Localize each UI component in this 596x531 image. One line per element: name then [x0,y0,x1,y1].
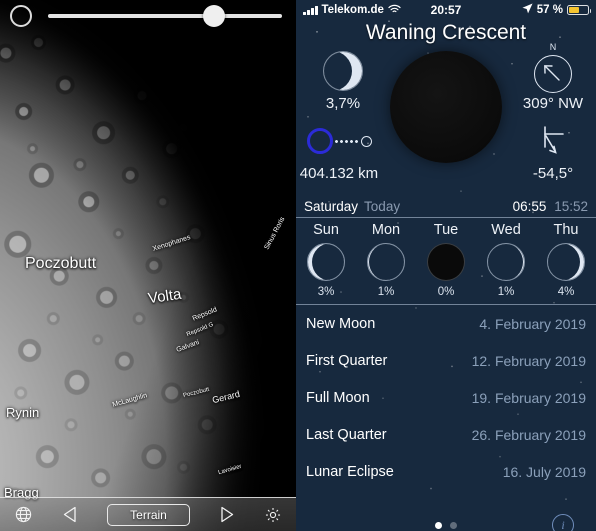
event-name: Full Moon [306,389,370,406]
altitude-value: -54,5° [532,165,574,182]
battery-icon [567,5,591,15]
week-illumination-percent: 1% [497,286,515,298]
next-button[interactable] [220,506,234,523]
rise-set-times: 06:55 15:52 [513,199,588,214]
weekday-label: Saturday [304,198,359,214]
week-day-column[interactable]: Thu 4% [536,222,596,298]
compass-north-label: N [549,42,557,52]
map-label: Poczobutt [25,255,97,272]
week-day-label: Mon [371,222,401,238]
distance-dotted-line [333,139,360,143]
direction-stat[interactable]: N 309° NW [510,42,596,112]
map-toolbar[interactable]: Terrain [0,497,296,531]
event-date: 26. February 2019 [471,426,586,443]
moon-hero-section: 3,7% N 309° NW 404.132 km -54,5° [296,42,596,195]
brightness-slider[interactable] [0,0,296,32]
page-dot[interactable] [435,521,442,529]
week-illumination-percent: 3% [317,286,335,298]
week-day-column[interactable]: Wed 1% [476,222,536,298]
battery-percent-label: 57 % [536,4,563,16]
moon-event-row[interactable]: New Moon 4. February 2019 [296,305,596,342]
week-day-column[interactable]: Tue 0% [416,222,476,298]
moon-circle [360,135,372,147]
week-day-label: Wed [491,222,521,238]
page-dot[interactable] [450,521,457,529]
week-illumination-percent: 1% [377,286,395,298]
moon-event-row[interactable]: Lunar Eclipse 16. July 2019 [296,453,596,490]
page-indicator-dots[interactable] [435,521,457,529]
week-day-label: Thu [553,222,579,238]
altitude-angle-icon [510,119,596,163]
wifi-icon [388,4,401,17]
direction-value: 309° NW [522,95,584,112]
distance-stat[interactable]: 404.132 km [296,119,382,182]
illumination-value: 3,7% [325,95,361,112]
week-illumination-percent: 0% [437,286,455,298]
previous-button[interactable] [63,506,77,523]
moon-event-row[interactable]: Last Quarter 26. February 2019 [296,416,596,453]
signal-bars-icon [303,5,318,15]
event-date: 4. February 2019 [479,315,586,332]
week-illumination-percent: 4% [557,286,575,298]
ios-status-bar: Telekom.de 20:57 57 % [296,0,596,20]
crescent-moon-icon [300,49,386,93]
moon-event-row[interactable]: Full Moon 19. February 2019 [296,379,596,416]
event-name: Lunar Eclipse [306,463,394,480]
illumination-stat[interactable]: 3,7% [300,49,386,112]
week-moon-icon [427,243,465,281]
app-screenshot: Poczobutt Xenophanes Volta Sinus Roris Repso… [0,0,596,531]
slider-track[interactable] [48,5,282,27]
moon-phase-app-panel[interactable]: Telekom.de 20:57 57 % Waning Crescent 3,… [296,0,596,531]
earth-moon-distance-icon [296,119,382,163]
event-name: New Moon [306,315,376,332]
distance-value: 404.132 km [299,165,379,182]
week-moon-icon [547,243,585,281]
map-label: Rynin [6,405,40,420]
circle-outline-icon[interactable] [10,5,32,27]
event-name: First Quarter [306,352,388,369]
gear-icon[interactable] [264,506,282,524]
week-moon-icon [307,243,345,281]
week-moon-icon [487,243,525,281]
earth-circle [306,128,333,154]
current-moon-disk[interactable] [390,51,502,163]
week-day-label: Sun [313,222,339,238]
info-icon[interactable]: i [552,514,574,531]
globe-icon[interactable] [14,505,33,524]
carrier-label: Telekom.de [321,4,384,16]
compass-icon: N [534,42,572,93]
week-day-label: Tue [433,222,459,238]
terrain-button[interactable]: Terrain [107,503,190,526]
date-row[interactable]: Saturday Today 06:55 15:52 [296,195,596,217]
moonset-time: 15:52 [554,198,588,214]
altitude-stat[interactable]: -54,5° [510,119,596,182]
event-date: 16. July 2019 [502,463,586,480]
slider-thumb[interactable] [203,5,226,27]
moon-map-panel[interactable]: Poczobutt Xenophanes Volta Sinus Roris Repso… [0,0,296,531]
weekly-phase-strip[interactable]: Sun 3% Mon 1% Tue 0% Wed 1% Thu 4% [296,218,596,304]
relative-day-label: Today [364,198,401,214]
event-date: 12. February 2019 [471,352,586,369]
week-moon-icon [367,243,405,281]
moon-event-row[interactable]: First Quarter 12. February 2019 [296,342,596,379]
week-day-column[interactable]: Sun 3% [296,222,356,298]
event-date: 19. February 2019 [471,389,586,406]
event-name: Last Quarter [306,426,387,443]
moonrise-time: 06:55 [512,198,547,214]
week-day-column[interactable]: Mon 1% [356,222,416,298]
moon-events-list[interactable]: New Moon 4. February 2019 First Quarter 12.… [296,305,596,490]
location-arrow-icon [522,3,533,17]
